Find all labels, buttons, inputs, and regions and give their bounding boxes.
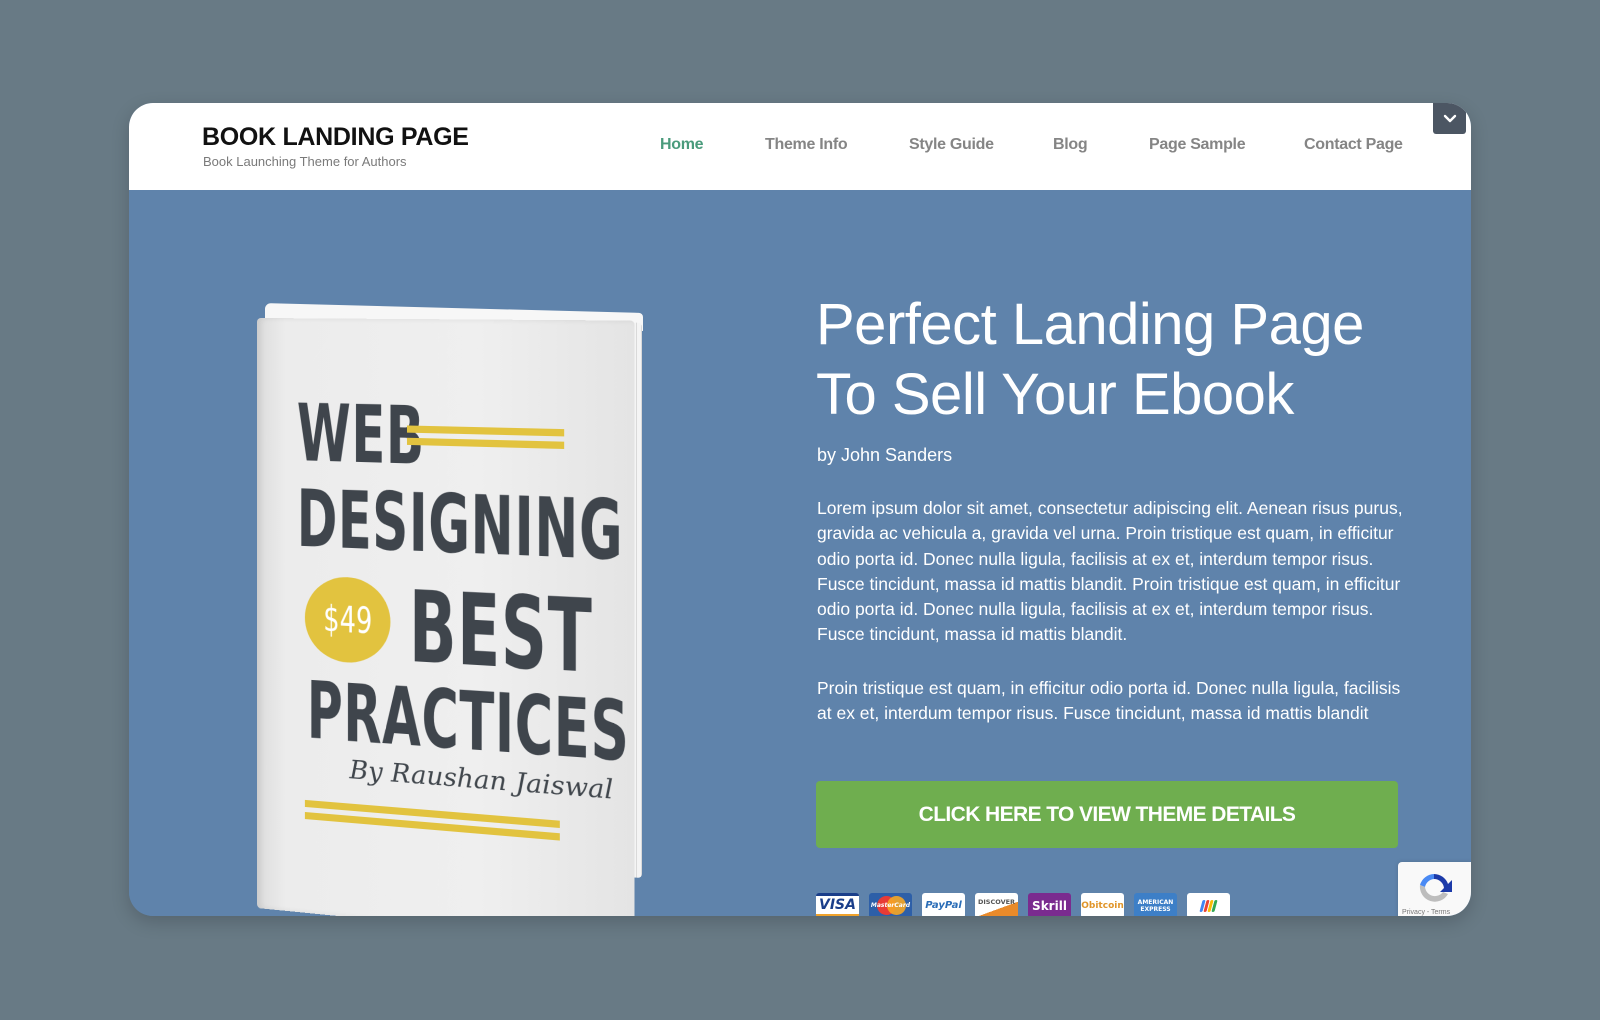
payment-methods: VISA MasterCard PayPal DISCOVER Skrill O… bbox=[816, 893, 1230, 916]
nav-item-contact-page[interactable]: Contact Page bbox=[1304, 136, 1403, 154]
hero-title-line-1: Perfect Landing Page bbox=[816, 292, 1364, 357]
site-tagline: Book Launching Theme for Authors bbox=[203, 154, 407, 169]
nav-item-blog[interactable]: Blog bbox=[1053, 136, 1088, 154]
chevron-down-icon bbox=[1443, 114, 1456, 122]
hero-title-line-2: To Sell Your Ebook bbox=[816, 362, 1294, 427]
visa-icon: VISA bbox=[816, 893, 859, 916]
book-cover: WEB DESIGNING $49 BEST PRACTICES By Raus… bbox=[257, 318, 635, 916]
bitcoin-label: Obitcoin bbox=[1081, 900, 1124, 911]
bitcoin-icon: Obitcoin bbox=[1081, 893, 1124, 916]
book-cover-image: WEB DESIGNING $49 BEST PRACTICES By Raus… bbox=[257, 303, 657, 916]
hero-paragraph-1: Lorem ipsum dolor sit amet, consectetur … bbox=[817, 498, 1403, 645]
book-accent-bar bbox=[406, 437, 565, 450]
skrill-icon: Skrill bbox=[1028, 893, 1071, 916]
nav-item-style-guide[interactable]: Style Guide bbox=[909, 136, 994, 154]
paypal-icon: PayPal bbox=[922, 893, 965, 916]
mastercard-icon: MasterCard bbox=[869, 893, 912, 916]
book-title-line-1: WEB bbox=[296, 388, 425, 484]
american-express-icon: AMERICAN EXPRESS bbox=[1134, 893, 1177, 916]
book-title-line-2: DESIGNING bbox=[296, 474, 624, 580]
skrill-label: Skrill bbox=[1032, 898, 1067, 913]
recaptcha-icon bbox=[1419, 874, 1452, 902]
main-nav: Home Theme Info Style Guide Blog Page Sa… bbox=[129, 136, 1471, 156]
site-header: BOOK LANDING PAGE Book Launching Theme f… bbox=[129, 103, 1471, 190]
recaptcha-badge[interactable]: Privacy - Terms bbox=[1398, 862, 1471, 916]
nav-item-home[interactable]: Home bbox=[660, 136, 704, 154]
book-price: $49 bbox=[322, 597, 372, 642]
book-price-badge: $49 bbox=[304, 575, 391, 665]
nav-item-page-sample[interactable]: Page Sample bbox=[1149, 136, 1246, 154]
view-theme-details-button[interactable]: CLICK HERE TO VIEW THEME DETAILS bbox=[816, 781, 1398, 848]
mastercard-label: MasterCard bbox=[870, 902, 911, 909]
book-accent-bar bbox=[406, 425, 565, 437]
google-wallet-icon bbox=[1187, 893, 1230, 916]
discover-icon: DISCOVER bbox=[975, 893, 1018, 916]
recaptcha-legal-links[interactable]: Privacy - Terms bbox=[1402, 909, 1450, 916]
hero-title: Perfect Landing Page To Sell Your Ebook bbox=[816, 290, 1364, 430]
hero-byline: by John Sanders bbox=[817, 445, 953, 465]
hero-paragraph-2: Proin tristique est quam, in efficitur o… bbox=[817, 678, 1401, 724]
discover-label: DISCOVER bbox=[977, 898, 1016, 906]
amex-label: AMERICAN EXPRESS bbox=[1137, 898, 1174, 913]
visa-label: VISA bbox=[819, 897, 856, 913]
browser-card: BOOK LANDING PAGE Book Launching Theme f… bbox=[129, 103, 1471, 916]
nav-item-theme-info[interactable]: Theme Info bbox=[765, 136, 848, 154]
paypal-label: PayPal bbox=[925, 900, 962, 911]
header-toggle-button[interactable] bbox=[1433, 103, 1466, 134]
